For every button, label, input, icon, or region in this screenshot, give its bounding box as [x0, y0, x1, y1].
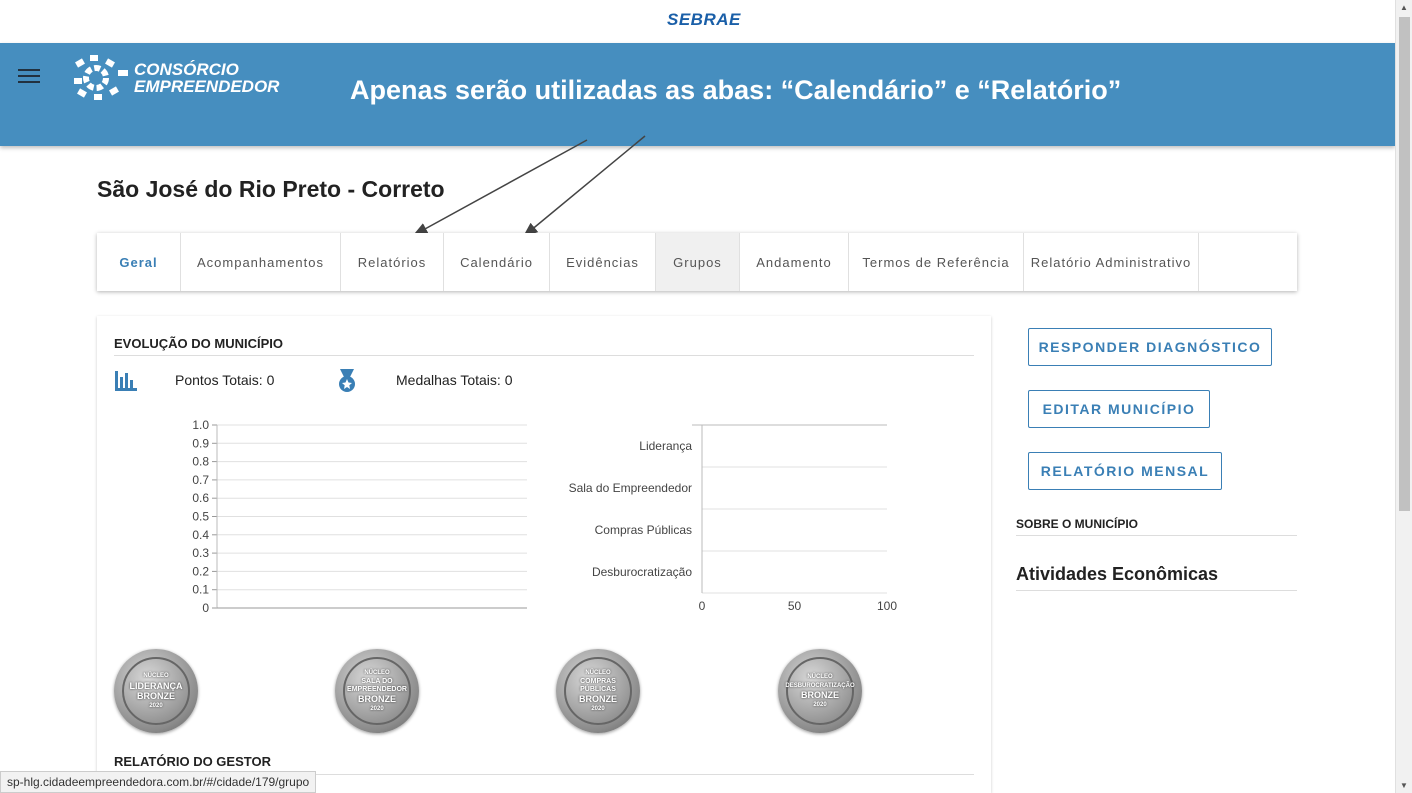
medal-desburocratizacao: NÚCLEO DESBUROCRATIZAÇÃO BRONZE 2020 — [778, 649, 862, 733]
medal-year: 2020 — [370, 706, 384, 712]
medal-sala-do-empreendedor: NÚCLEO SALA DO EMPREENDEDOR BRONZE 2020 — [335, 649, 419, 733]
vertical-scrollbar[interactable]: ▲ ▼ — [1395, 0, 1412, 793]
medal-level: BRONZE — [801, 690, 839, 700]
medal-title: COMPRAS PÚBLICAS — [580, 678, 616, 693]
y-tick-label: 0.2 — [192, 564, 209, 578]
category-label: Desburocratização — [592, 565, 692, 579]
category-label: Liderança — [639, 439, 692, 453]
medal-compras-publicas: NÚCLEO COMPRAS PÚBLICAS BRONZE 2020 — [556, 649, 640, 733]
scroll-down-icon[interactable]: ▼ — [1400, 781, 1408, 790]
tab-geral[interactable]: Geral — [97, 233, 181, 291]
points-total: Pontos Totais: 0 — [175, 372, 275, 388]
y-tick-label: 0.4 — [192, 528, 209, 542]
medal-lideranca: NÚCLEO LIDERANÇA BRONZE 2020 — [114, 649, 198, 733]
tab-calendario[interactable]: Calendário — [444, 233, 550, 291]
evolution-card: EVOLUÇÃO DO MUNICÍPIO Pontos Totais: 0 M… — [97, 316, 991, 793]
arrow-to-calendario — [522, 135, 646, 237]
y-tick-label: 0.5 — [192, 510, 209, 524]
medal-title: LIDERANÇA — [129, 681, 183, 691]
y-tick-label: 0.6 — [192, 491, 209, 505]
x-tick-label: 0 — [699, 599, 706, 613]
tab-grupos[interactable]: Grupos — [656, 233, 740, 291]
medal-title: DESBUROCRATIZAÇÃO — [785, 683, 855, 689]
economic-activities-title: Atividades Econômicas — [1016, 564, 1219, 584]
evolution-line-chart: 1.0 0.9 0.8 0.7 0.6 0.5 0.4 0.3 0.2 0.1 0 — [192, 418, 527, 615]
medal-level: BRONZE — [137, 691, 175, 701]
page: SEBRAE CONSÓRCIO EMPREENDEDOR Apenas ser… — [0, 0, 1412, 793]
y-tick-label: 0.8 — [192, 455, 209, 469]
y-tick-label: 0.3 — [192, 546, 209, 560]
responder-diagnostico-button[interactable]: RESPONDER DIAGNÓSTICO — [1028, 328, 1272, 366]
about-city-title: SOBRE O MUNICÍPIO — [1016, 517, 1139, 531]
medal-year: 2020 — [149, 703, 163, 709]
bar-chart-icon — [115, 371, 137, 391]
divider — [1016, 590, 1297, 591]
y-tick-label: 0.7 — [192, 473, 209, 487]
tab-acompanhamentos[interactable]: Acompanhamentos — [181, 233, 341, 291]
page-title: São José do Rio Preto - Correto — [97, 176, 445, 202]
medal-icon — [339, 369, 355, 392]
category-label: Sala do Empreendedor — [569, 481, 692, 495]
status-bar-url: sp-hlg.cidadeempreendedora.com.br/#/cida… — [0, 771, 317, 793]
medal-year: 2020 — [813, 702, 827, 708]
y-tick-label: 0 — [202, 601, 209, 615]
editar-municipio-button[interactable]: EDITAR MUNICÍPIO — [1028, 390, 1210, 428]
relatorio-mensal-button[interactable]: RELATÓRIO MENSAL — [1028, 452, 1222, 490]
y-tick-label: 0.1 — [192, 583, 209, 597]
tab-termos-de-referencia[interactable]: Termos de Referência — [849, 233, 1024, 291]
medal-top-label: NÚCLEO — [364, 670, 390, 676]
category-label: Compras Públicas — [595, 523, 692, 537]
medal-level: BRONZE — [358, 694, 396, 704]
medal-year: 2020 — [591, 706, 605, 712]
medal-level: BRONZE — [579, 694, 617, 704]
evolution-title: EVOLUÇÃO DO MUNICÍPIO — [114, 336, 284, 351]
divider — [114, 355, 974, 356]
gestor-report-title: RELATÓRIO DO GESTOR — [114, 754, 271, 769]
x-tick-label: 100 — [877, 599, 897, 613]
tab-evidencias[interactable]: Evidências — [550, 233, 656, 291]
tab-andamento[interactable]: Andamento — [740, 233, 849, 291]
tab-relatorio-administrativo[interactable]: Relatório Administrativo — [1024, 233, 1199, 291]
y-tick-label: 0.9 — [192, 436, 209, 450]
x-tick-label: 50 — [788, 599, 802, 613]
medals-total: Medalhas Totais: 0 — [396, 372, 513, 388]
category-bar-chart: Liderança Sala do Empreendedor Compras Púb… — [569, 424, 897, 613]
scroll-up-icon[interactable]: ▲ — [1400, 3, 1408, 12]
medal-top-label: NÚCLEO — [807, 674, 833, 680]
divider — [1016, 535, 1297, 536]
tab-relatorios[interactable]: Relatórios — [341, 233, 444, 291]
tab-bar: Geral Acompanhamentos Relatórios Calendá… — [97, 233, 1297, 291]
scrollbar-thumb[interactable] — [1399, 17, 1410, 511]
medal-title: SALA DO EMPREENDEDOR — [347, 678, 407, 693]
medal-top-label: NÚCLEO — [585, 670, 611, 676]
medal-top-label: NÚCLEO — [143, 673, 169, 679]
y-tick-label: 1.0 — [192, 418, 209, 432]
